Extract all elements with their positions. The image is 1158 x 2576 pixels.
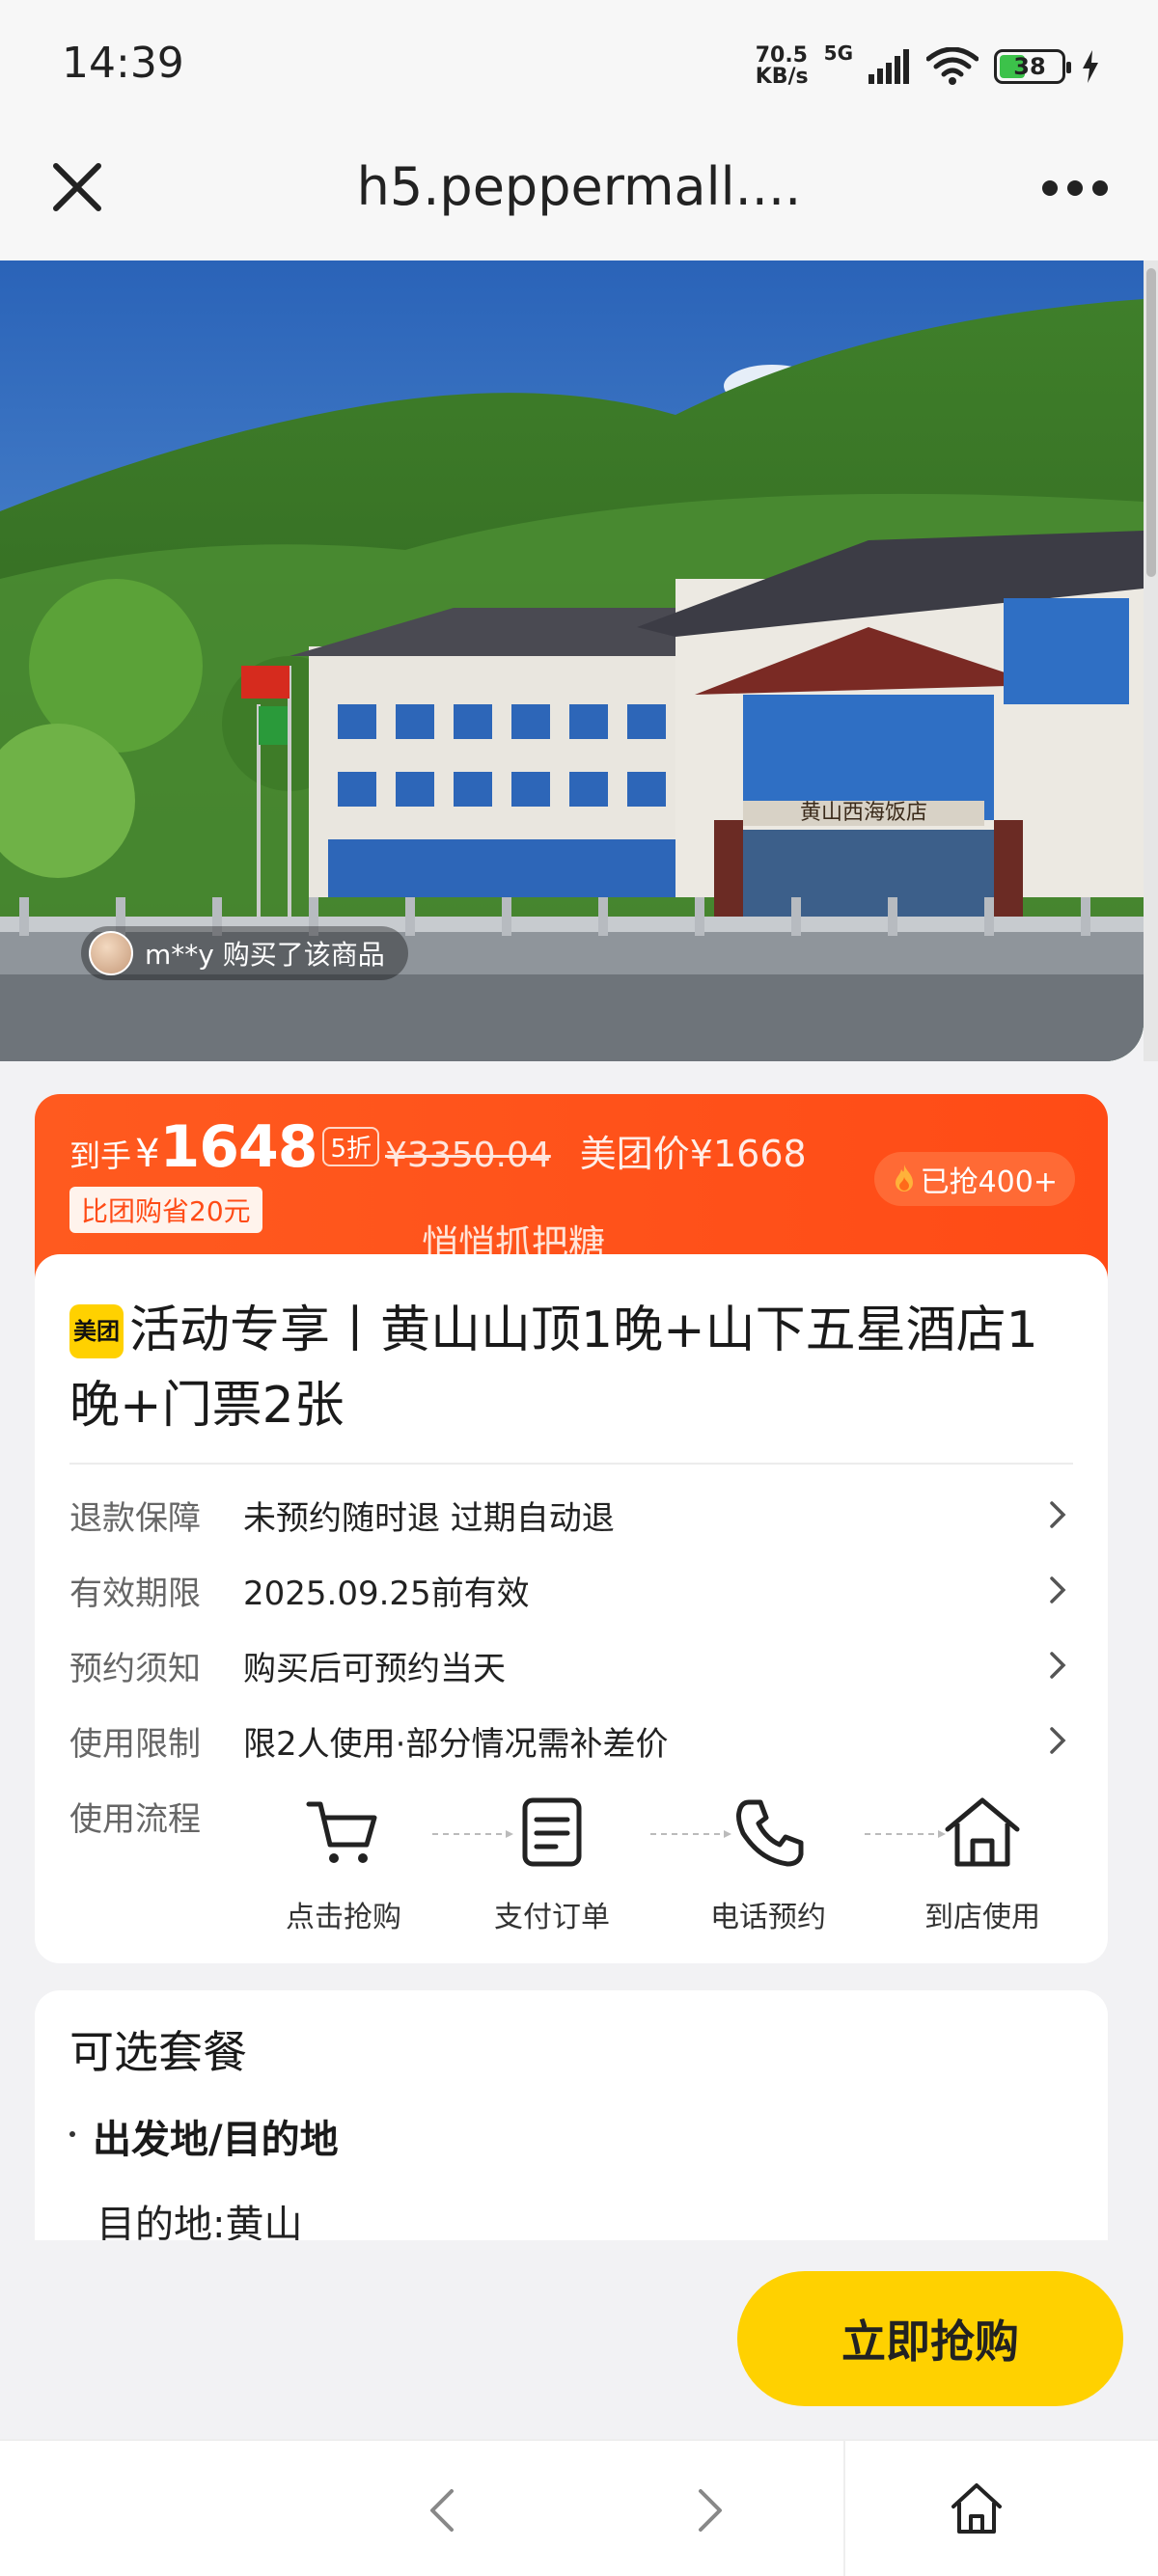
flow-step-label: 支付订单: [494, 1901, 610, 1934]
package-section-title: 出发地/目的地: [93, 2118, 339, 2162]
cart-icon: [306, 1801, 377, 1863]
browser-top-nav: h5.peppermall....: [0, 135, 1158, 260]
chevron-right-icon: [1050, 1576, 1066, 1603]
charging-icon: [1083, 50, 1098, 83]
original-price: ¥3350.04: [385, 1136, 551, 1175]
detail-label: 退款保障: [69, 1498, 201, 1538]
detail-label: 使用限制: [69, 1724, 201, 1764]
product-title-text: 活动专享丨黄山山顶1晚+山下五星酒店1晚+门票2张: [69, 1302, 1038, 1435]
home-icon: [945, 1797, 1020, 1867]
more-options-icon[interactable]: [1042, 174, 1110, 203]
currency-symbol: ¥: [135, 1132, 160, 1176]
divider: [843, 2441, 845, 2576]
package-options-card: 可选套餐 出发地/目的地 目的地:黄山: [35, 1990, 1108, 2240]
wifi-icon: [926, 47, 979, 85]
page-url-title: h5.peppermall....: [356, 156, 802, 217]
package-destination: 目的地:黄山: [96, 2203, 303, 2240]
battery-icon: 38: [994, 49, 1071, 84]
detail-row-refund[interactable]: 退款保障 未预约随时退 过期自动退: [69, 1486, 1073, 1544]
chevron-right-icon: [1050, 1652, 1066, 1679]
close-icon[interactable]: [48, 158, 106, 216]
status-icons: 70.5 KB/s 5G 38: [756, 41, 1100, 91]
flow-step-pay: 支付订单: [484, 1795, 620, 1935]
buy-now-button[interactable]: 立即抢购: [737, 2271, 1123, 2406]
fire-icon: [895, 1165, 913, 1192]
flow-step-label: 点击抢购: [286, 1901, 401, 1934]
detail-row-validity[interactable]: 有效期限 2025.09.25前有效: [69, 1561, 1073, 1619]
cta-area: 立即抢购: [0, 2240, 1158, 2439]
sold-count-text: 已抢400+: [920, 1165, 1058, 1199]
recent-buyer-pill: m**y 购买了该商品: [81, 926, 408, 980]
battery-level: 38: [1013, 53, 1046, 80]
detail-label: 有效期限: [69, 1574, 201, 1613]
hero-image: 黄山西海饭店 m**y 购买了该商品: [0, 260, 1144, 1061]
sold-count-badge: 已抢400+: [873, 1152, 1075, 1206]
back-arrow-icon[interactable]: [423, 2483, 461, 2537]
detail-value: 未预约随时退 过期自动退: [243, 1498, 615, 1538]
package-title: 可选套餐: [69, 2026, 247, 2078]
network-speed-unit: KB/s: [755, 65, 809, 89]
scrollbar-thumb[interactable]: [1146, 268, 1156, 577]
network-speed: 70.5 KB/s: [756, 45, 809, 88]
divider: [69, 1463, 1073, 1465]
hotel-sign: 黄山西海饭店: [800, 801, 927, 825]
network-type: 5G: [823, 41, 853, 65]
forward-arrow-icon[interactable]: [691, 2483, 730, 2537]
product-info-card: 美团 活动专享丨黄山山顶1晚+山下五星酒店1晚+门票2张 退款保障 未预约随时退 …: [35, 1254, 1108, 1963]
recent-buyer-text: m**y 购买了该商品: [145, 939, 385, 971]
product-title: 美团 活动专享丨黄山山顶1晚+山下五星酒店1晚+门票2张: [69, 1293, 1073, 1443]
home-icon[interactable]: [950, 2480, 1004, 2537]
phone-icon: [736, 1799, 804, 1867]
document-icon: [522, 1797, 582, 1867]
detail-row-usage-limit[interactable]: 使用限制 限2人使用·部分情况需补差价: [69, 1712, 1073, 1769]
status-time: 14:39: [62, 39, 184, 88]
signal-icon: [868, 49, 909, 84]
final-price: 1648: [159, 1113, 317, 1181]
flow-step-label: 到店使用: [924, 1901, 1040, 1934]
meituan-logo: 美团: [69, 1304, 124, 1358]
price-row: 到手 ¥ 1648 5折 ¥3350.04 美团价¥1668: [69, 1113, 807, 1181]
flow-step-label: 电话预约: [710, 1901, 826, 1934]
flow-step-buy: 点击抢购: [276, 1795, 411, 1935]
flow-step-visit: 到店使用: [915, 1795, 1050, 1935]
usage-flow: 点击抢购 支付订单 电话预约 到店使用: [276, 1795, 1096, 1939]
detail-row-booking[interactable]: 预约须知 购买后可预约当天: [69, 1636, 1073, 1694]
chevron-right-icon: [1050, 1501, 1066, 1528]
browser-bottom-bar: [0, 2439, 1158, 2576]
avatar: [89, 931, 133, 975]
usage-flow-label: 使用流程: [69, 1800, 201, 1839]
chevron-right-icon: [1050, 1727, 1066, 1754]
detail-value: 限2人使用·部分情况需补差价: [243, 1724, 669, 1764]
discount-tag: 5折: [322, 1127, 380, 1166]
detail-label: 预约须知: [69, 1649, 201, 1688]
flow-step-call: 电话预约: [701, 1795, 836, 1935]
detail-value: 2025.09.25前有效: [243, 1574, 530, 1613]
meituan-price: 美团价¥1668: [579, 1133, 807, 1175]
detail-value: 购买后可预约当天: [243, 1649, 506, 1688]
final-price-label: 到手: [69, 1137, 132, 1174]
bullet-dot: [69, 2131, 75, 2137]
network-speed-value: 70.5: [755, 43, 808, 68]
status-bar: 14:39 70.5 KB/s 5G 38: [0, 0, 1158, 135]
